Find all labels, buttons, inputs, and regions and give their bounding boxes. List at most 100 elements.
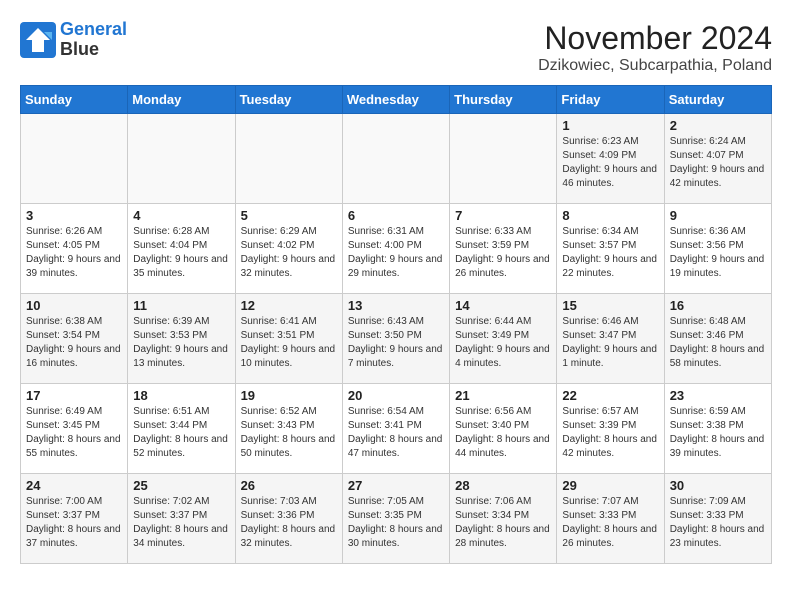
day-number: 2 <box>670 118 766 133</box>
week-row-1: 1 Sunrise: 6:23 AM Sunset: 4:09 PM Daylig… <box>21 114 772 204</box>
day-info: Sunrise: 6:28 AM Sunset: 4:04 PM Dayligh… <box>133 225 229 281</box>
weekday-header-row: SundayMondayTuesdayWednesdayThursdayFrid… <box>21 86 772 114</box>
calendar-cell: 30 Sunrise: 7:09 AM Sunset: 3:33 PM Dayli… <box>664 474 771 564</box>
day-number: 11 <box>133 298 229 313</box>
day-number: 16 <box>670 298 766 313</box>
calendar-cell: 14 Sunrise: 6:44 AM Sunset: 3:49 PM Dayli… <box>450 294 557 384</box>
day-info: Sunrise: 6:46 AM Sunset: 3:47 PM Dayligh… <box>562 315 658 371</box>
day-info: Sunrise: 7:00 AM Sunset: 3:37 PM Dayligh… <box>26 495 122 551</box>
day-number: 7 <box>455 208 551 223</box>
day-number: 24 <box>26 478 122 493</box>
calendar-cell: 10 Sunrise: 6:38 AM Sunset: 3:54 PM Dayli… <box>21 294 128 384</box>
weekday-header-friday: Friday <box>557 86 664 114</box>
day-number: 30 <box>670 478 766 493</box>
logo-line2: Blue <box>60 40 127 60</box>
day-number: 5 <box>241 208 337 223</box>
day-number: 14 <box>455 298 551 313</box>
calendar-cell: 2 Sunrise: 6:24 AM Sunset: 4:07 PM Daylig… <box>664 114 771 204</box>
logo: General Blue <box>20 20 127 60</box>
day-info: Sunrise: 6:57 AM Sunset: 3:39 PM Dayligh… <box>562 405 658 461</box>
day-info: Sunrise: 7:03 AM Sunset: 3:36 PM Dayligh… <box>241 495 337 551</box>
calendar-cell <box>21 114 128 204</box>
title-block: November 2024 Dzikowiec, Subcarpathia, P… <box>538 20 772 75</box>
day-info: Sunrise: 6:33 AM Sunset: 3:59 PM Dayligh… <box>455 225 551 281</box>
calendar-cell: 12 Sunrise: 6:41 AM Sunset: 3:51 PM Dayli… <box>235 294 342 384</box>
day-number: 23 <box>670 388 766 403</box>
weekday-header-sunday: Sunday <box>21 86 128 114</box>
day-info: Sunrise: 6:59 AM Sunset: 3:38 PM Dayligh… <box>670 405 766 461</box>
calendar-cell: 16 Sunrise: 6:48 AM Sunset: 3:46 PM Dayli… <box>664 294 771 384</box>
calendar-cell: 18Sunrise: 6:51 AM Sunset: 3:44 PM Dayli… <box>128 384 235 474</box>
calendar-cell: 29 Sunrise: 7:07 AM Sunset: 3:33 PM Dayli… <box>557 474 664 564</box>
day-info: Sunrise: 7:02 AM Sunset: 3:37 PM Dayligh… <box>133 495 229 551</box>
weekday-header-tuesday: Tuesday <box>235 86 342 114</box>
day-info: Sunrise: 6:26 AM Sunset: 4:05 PM Dayligh… <box>26 225 122 281</box>
calendar-cell: 17Sunrise: 6:49 AM Sunset: 3:45 PM Dayli… <box>21 384 128 474</box>
day-number: 29 <box>562 478 658 493</box>
day-info: Sunrise: 6:24 AM Sunset: 4:07 PM Dayligh… <box>670 135 766 191</box>
calendar-cell: 26 Sunrise: 7:03 AM Sunset: 3:36 PM Dayli… <box>235 474 342 564</box>
week-row-2: 3 Sunrise: 6:26 AM Sunset: 4:05 PM Daylig… <box>21 204 772 294</box>
day-info: Sunrise: 6:23 AM Sunset: 4:09 PM Dayligh… <box>562 135 658 191</box>
calendar-cell: 13 Sunrise: 6:43 AM Sunset: 3:50 PM Dayli… <box>342 294 449 384</box>
calendar-cell <box>450 114 557 204</box>
calendar-table: SundayMondayTuesdayWednesdayThursdayFrid… <box>20 85 772 564</box>
logo-line1: General <box>60 19 127 39</box>
day-number: 13 <box>348 298 444 313</box>
day-number: 25 <box>133 478 229 493</box>
week-row-3: 10 Sunrise: 6:38 AM Sunset: 3:54 PM Dayli… <box>21 294 772 384</box>
day-info: Sunrise: 6:49 AM Sunset: 3:45 PM Dayligh… <box>26 405 122 461</box>
calendar-cell: 9 Sunrise: 6:36 AM Sunset: 3:56 PM Daylig… <box>664 204 771 294</box>
calendar-cell: 28Sunrise: 7:06 AM Sunset: 3:34 PM Dayli… <box>450 474 557 564</box>
day-number: 4 <box>133 208 229 223</box>
calendar-cell: 24 Sunrise: 7:00 AM Sunset: 3:37 PM Dayli… <box>21 474 128 564</box>
day-info: Sunrise: 6:56 AM Sunset: 3:40 PM Dayligh… <box>455 405 551 461</box>
day-info: Sunrise: 6:39 AM Sunset: 3:53 PM Dayligh… <box>133 315 229 371</box>
day-number: 6 <box>348 208 444 223</box>
day-info: Sunrise: 7:06 AM Sunset: 3:34 PM Dayligh… <box>455 495 551 551</box>
calendar-cell: 22Sunrise: 6:57 AM Sunset: 3:39 PM Dayli… <box>557 384 664 474</box>
day-number: 18 <box>133 388 229 403</box>
weekday-header-monday: Monday <box>128 86 235 114</box>
day-number: 21 <box>455 388 551 403</box>
day-info: Sunrise: 6:44 AM Sunset: 3:49 PM Dayligh… <box>455 315 551 371</box>
calendar-cell: 23 Sunrise: 6:59 AM Sunset: 3:38 PM Dayli… <box>664 384 771 474</box>
day-number: 19 <box>241 388 337 403</box>
day-number: 8 <box>562 208 658 223</box>
weekday-header-saturday: Saturday <box>664 86 771 114</box>
weekday-header-thursday: Thursday <box>450 86 557 114</box>
weekday-header-wednesday: Wednesday <box>342 86 449 114</box>
day-info: Sunrise: 7:07 AM Sunset: 3:33 PM Dayligh… <box>562 495 658 551</box>
logo-icon <box>20 22 56 58</box>
calendar-cell: 7 Sunrise: 6:33 AM Sunset: 3:59 PM Daylig… <box>450 204 557 294</box>
calendar-cell <box>128 114 235 204</box>
calendar-cell: 19 Sunrise: 6:52 AM Sunset: 3:43 PM Dayli… <box>235 384 342 474</box>
day-info: Sunrise: 6:52 AM Sunset: 3:43 PM Dayligh… <box>241 405 337 461</box>
day-number: 20 <box>348 388 444 403</box>
day-info: Sunrise: 7:09 AM Sunset: 3:33 PM Dayligh… <box>670 495 766 551</box>
day-number: 9 <box>670 208 766 223</box>
calendar-cell: 20Sunrise: 6:54 AM Sunset: 3:41 PM Dayli… <box>342 384 449 474</box>
calendar-cell <box>342 114 449 204</box>
calendar-cell: 25 Sunrise: 7:02 AM Sunset: 3:37 PM Dayli… <box>128 474 235 564</box>
calendar-cell: 27Sunrise: 7:05 AM Sunset: 3:35 PM Dayli… <box>342 474 449 564</box>
calendar-cell: 6 Sunrise: 6:31 AM Sunset: 4:00 PM Daylig… <box>342 204 449 294</box>
day-info: Sunrise: 6:41 AM Sunset: 3:51 PM Dayligh… <box>241 315 337 371</box>
day-number: 15 <box>562 298 658 313</box>
day-number: 10 <box>26 298 122 313</box>
week-row-5: 24 Sunrise: 7:00 AM Sunset: 3:37 PM Dayli… <box>21 474 772 564</box>
day-number: 3 <box>26 208 122 223</box>
day-info: Sunrise: 6:36 AM Sunset: 3:56 PM Dayligh… <box>670 225 766 281</box>
calendar-cell: 5Sunrise: 6:29 AM Sunset: 4:02 PM Daylig… <box>235 204 342 294</box>
calendar-cell: 8 Sunrise: 6:34 AM Sunset: 3:57 PM Daylig… <box>557 204 664 294</box>
location-title: Dzikowiec, Subcarpathia, Poland <box>538 57 772 75</box>
day-number: 12 <box>241 298 337 313</box>
day-info: Sunrise: 6:31 AM Sunset: 4:00 PM Dayligh… <box>348 225 444 281</box>
day-number: 1 <box>562 118 658 133</box>
day-info: Sunrise: 6:48 AM Sunset: 3:46 PM Dayligh… <box>670 315 766 371</box>
day-number: 26 <box>241 478 337 493</box>
day-info: Sunrise: 6:43 AM Sunset: 3:50 PM Dayligh… <box>348 315 444 371</box>
month-title: November 2024 <box>538 20 772 57</box>
day-info: Sunrise: 6:38 AM Sunset: 3:54 PM Dayligh… <box>26 315 122 371</box>
day-info: Sunrise: 6:34 AM Sunset: 3:57 PM Dayligh… <box>562 225 658 281</box>
